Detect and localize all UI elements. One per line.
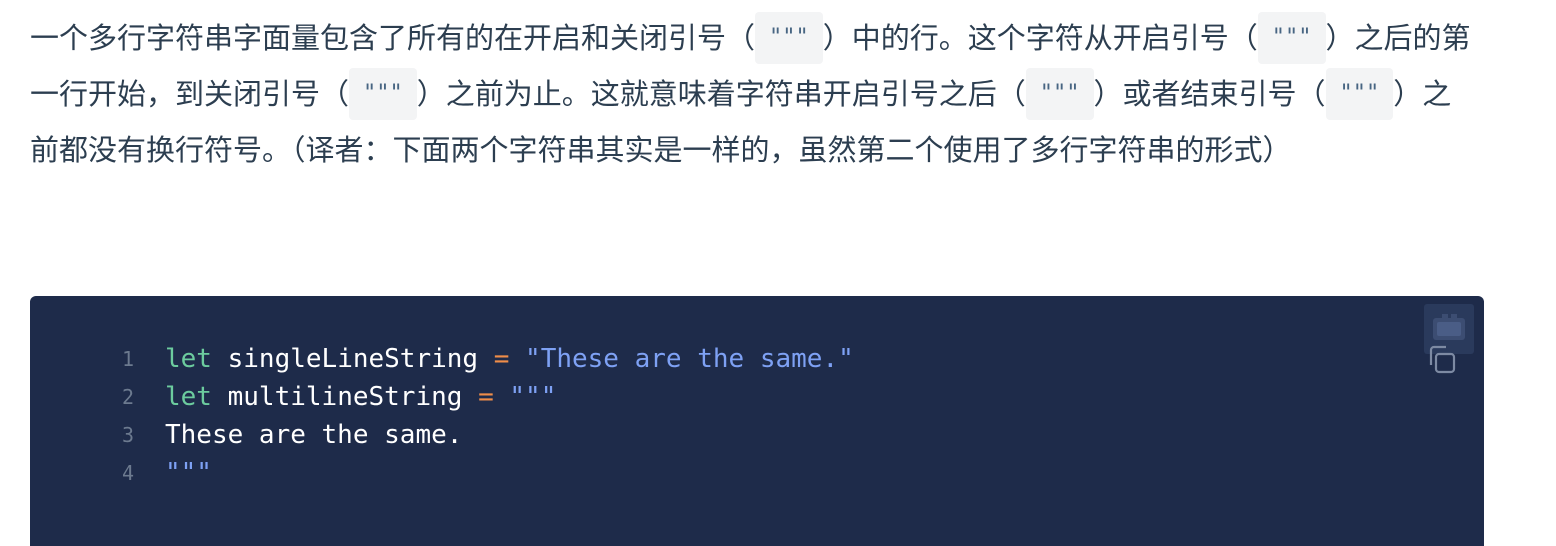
string-token: "These are the same." [509, 344, 854, 374]
code-line-content: let singleLineString = "These are the sa… [165, 340, 854, 378]
code-line: 1 let singleLineString = "These are the s… [30, 340, 854, 378]
line-number: 3 [121, 423, 134, 447]
para-text-4: ）之前为止。这就意味着字符串开启引号之后（ [416, 77, 1026, 111]
line-number: 2 [121, 385, 134, 409]
copy-icon[interactable] [1422, 340, 1462, 380]
code-line-content: These are the same. [165, 416, 462, 454]
code-line: 2 let multilineString = """ [30, 378, 854, 416]
operator-token: = [493, 344, 510, 374]
identifier-token: multilineString [211, 382, 479, 412]
string-token: """ [165, 458, 212, 488]
identifier-token: singleLineString [211, 344, 494, 374]
keyword-token: let [165, 344, 212, 374]
line-number: 1 [121, 347, 134, 371]
code-line-content: let multilineString = """ [165, 378, 556, 416]
keyword-token: let [165, 382, 212, 412]
line-number: 4 [121, 461, 134, 485]
para-text-5: ）或者结束引号（ [1093, 77, 1326, 111]
plain-token: These are the same. [165, 420, 463, 450]
code-line-content: """ [165, 454, 212, 492]
inline-code-quotes-2: """ [1257, 12, 1326, 64]
inline-code-quotes-1: """ [755, 12, 823, 64]
code-block: 1 let singleLineString = "These are the s… [30, 296, 1484, 546]
inline-code-quotes-4: """ [1025, 68, 1094, 120]
string-token: """ [493, 382, 557, 412]
code-line: 4 """ [30, 454, 854, 492]
para-text-1: 一个多行字符串字面量包含了所有的在开启和关闭引号（ [30, 21, 756, 55]
description-paragraph: 一个多行字符串字面量包含了所有的在开启和关闭引号（ """ ）中的行。这个字符从开启… [30, 10, 1480, 178]
code-line: 3 These are the same. [30, 416, 854, 454]
code-lines: 1 let singleLineString = "These are the s… [30, 340, 854, 492]
para-text-2: ）中的行。这个字符从开启引号（ [822, 21, 1258, 55]
operator-token: = [478, 382, 494, 412]
inline-code-quotes-3: """ [349, 68, 417, 120]
inline-code-quotes-5: """ [1325, 68, 1394, 120]
